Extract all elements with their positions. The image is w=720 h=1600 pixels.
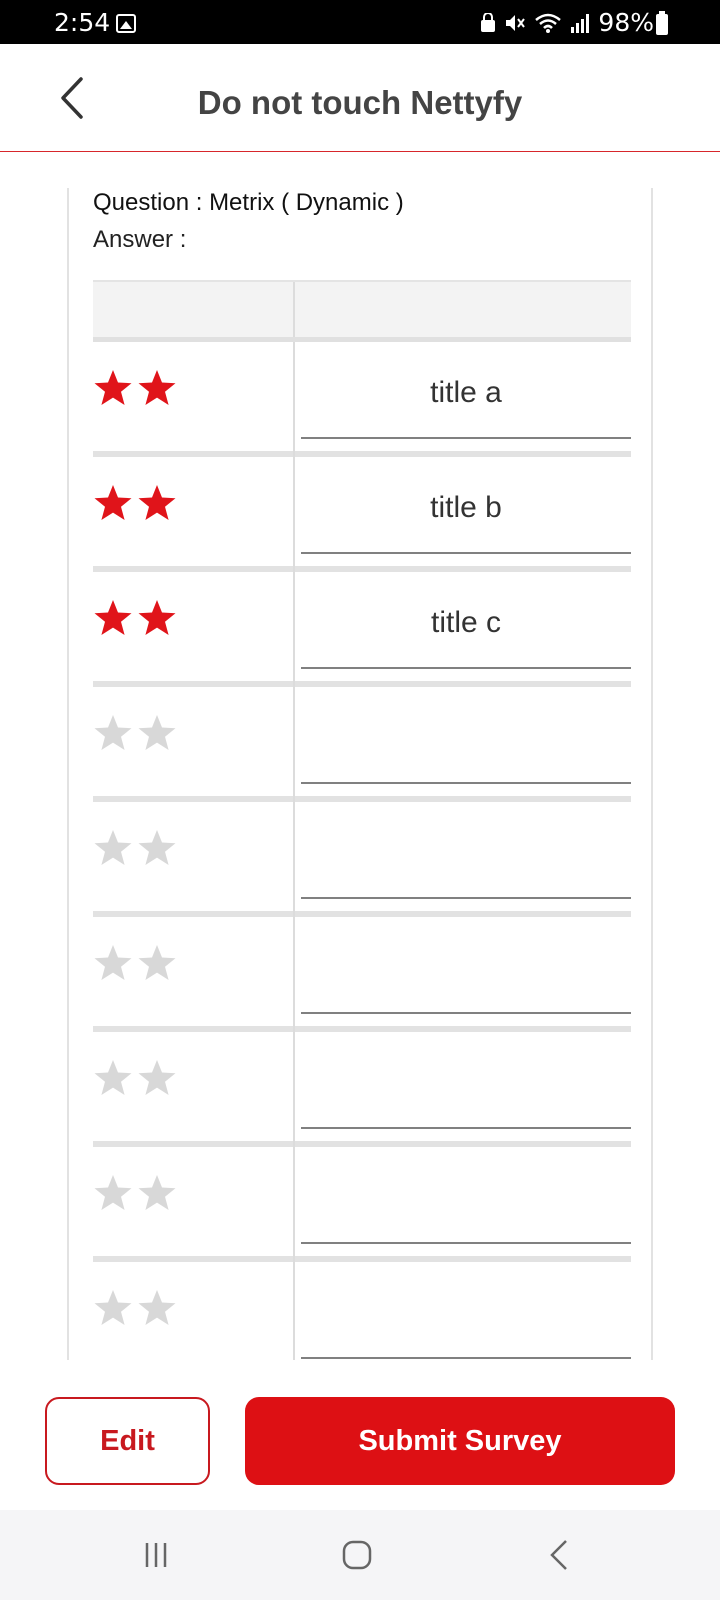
matrix-row <box>93 1032 631 1147</box>
page-title: Do not touch Nettyfy <box>197 84 523 121</box>
matrix-table: title a title b title c <box>93 280 631 1360</box>
star-icon[interactable] <box>93 368 133 408</box>
row-title: title a <box>430 376 502 409</box>
column-divider <box>293 457 295 572</box>
matrix-rows: title a title b title c <box>93 342 631 1360</box>
star-rating[interactable] <box>93 1288 177 1328</box>
matrix-row <box>93 1147 631 1262</box>
star-rating[interactable] <box>93 1058 177 1098</box>
star-icon[interactable] <box>137 943 177 983</box>
gallery-icon <box>116 14 136 33</box>
home-icon <box>342 1540 372 1570</box>
recents-button[interactable] <box>126 1530 186 1580</box>
column-divider <box>293 342 295 457</box>
row-input-underline[interactable] <box>301 437 631 439</box>
star-icon[interactable] <box>93 1173 133 1213</box>
wifi-icon <box>535 13 562 33</box>
star-icon[interactable] <box>137 1288 177 1328</box>
row-input-underline[interactable] <box>301 552 631 554</box>
star-icon[interactable] <box>93 1288 133 1328</box>
row-input-underline[interactable] <box>301 897 631 899</box>
row-input-underline[interactable] <box>301 1357 631 1359</box>
matrix-header <box>93 280 631 342</box>
mute-icon <box>506 14 526 31</box>
question-card: Question : Metrix ( Dynamic ) Answer : t… <box>67 188 653 1360</box>
recents-icon <box>145 1543 167 1567</box>
matrix-row <box>93 687 631 802</box>
app-header: Do not touch Nettyfy <box>0 44 720 152</box>
home-button[interactable] <box>327 1530 387 1580</box>
row-title: title b <box>430 491 502 524</box>
row-input-underline[interactable] <box>301 782 631 784</box>
battery-icon <box>656 11 668 35</box>
column-divider <box>293 1147 295 1262</box>
row-title: title c <box>430 606 502 639</box>
column-divider <box>293 802 295 917</box>
star-icon[interactable] <box>137 1058 177 1098</box>
row-input-underline[interactable] <box>301 1012 631 1014</box>
status-bar: 2:54 98% <box>0 0 720 44</box>
row-input-underline[interactable] <box>301 1127 631 1129</box>
submit-survey-button[interactable]: Submit Survey <box>245 1397 675 1485</box>
answer-label: Answer : <box>93 226 187 253</box>
lock-icon <box>481 12 496 32</box>
matrix-row: title c <box>93 572 631 687</box>
star-icon[interactable] <box>137 1173 177 1213</box>
star-icon[interactable] <box>137 713 177 753</box>
star-icon[interactable] <box>93 598 133 638</box>
star-icon[interactable] <box>137 598 177 638</box>
column-divider <box>293 1032 295 1147</box>
status-time: 2:54 <box>54 8 111 37</box>
signal-icon <box>571 13 590 33</box>
star-rating[interactable] <box>93 483 177 523</box>
column-divider <box>293 282 295 337</box>
star-icon[interactable] <box>93 713 133 753</box>
star-icon[interactable] <box>137 483 177 523</box>
matrix-row <box>93 917 631 1032</box>
matrix-row: title a <box>93 342 631 457</box>
column-divider <box>293 572 295 687</box>
matrix-row: title b <box>93 457 631 572</box>
star-rating[interactable] <box>93 598 177 638</box>
status-icons: 98% <box>480 8 654 37</box>
column-divider <box>293 1262 295 1360</box>
row-input-underline[interactable] <box>301 667 631 669</box>
matrix-row <box>93 802 631 917</box>
star-rating[interactable] <box>93 368 177 408</box>
star-rating[interactable] <box>93 828 177 868</box>
system-nav-bar <box>0 1510 720 1600</box>
star-icon[interactable] <box>93 483 133 523</box>
column-divider <box>293 687 295 802</box>
column-divider <box>293 917 295 1032</box>
matrix-row <box>93 1262 631 1360</box>
nav-back-button[interactable] <box>530 1530 590 1580</box>
star-icon[interactable] <box>93 828 133 868</box>
star-icon[interactable] <box>93 943 133 983</box>
question-label: Question : Metrix ( Dynamic ) <box>93 189 404 216</box>
star-rating[interactable] <box>93 713 177 753</box>
star-icon[interactable] <box>137 368 177 408</box>
star-rating[interactable] <box>93 943 177 983</box>
row-input-underline[interactable] <box>301 1242 631 1244</box>
battery-percent: 98% <box>598 8 654 37</box>
edit-button[interactable]: Edit <box>45 1397 210 1485</box>
star-rating[interactable] <box>93 1173 177 1213</box>
star-icon[interactable] <box>137 828 177 868</box>
star-icon[interactable] <box>93 1058 133 1098</box>
back-icon <box>550 1540 567 1570</box>
